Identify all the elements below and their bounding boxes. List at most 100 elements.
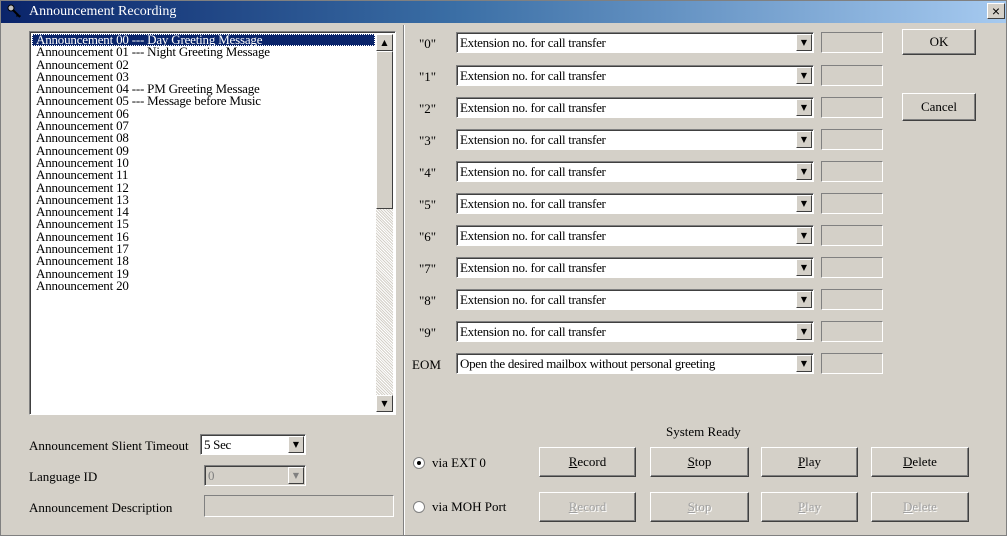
chevron-down-icon[interactable]: ▼ bbox=[796, 291, 812, 308]
key-extension-field[interactable] bbox=[821, 353, 883, 374]
key-action-select[interactable]: Extension no. for call transfer ▼ bbox=[456, 193, 814, 214]
moh-delete-button: Delete bbox=[871, 492, 969, 522]
key-label: "6" bbox=[419, 229, 437, 244]
title-bar[interactable]: Announcement Recording bbox=[1, 1, 1006, 23]
timeout-select[interactable]: 5 Sec ▼ bbox=[200, 434, 306, 455]
description-field bbox=[204, 495, 394, 517]
close-icon: × bbox=[991, 3, 1001, 19]
key-action-select[interactable]: Extension no. for call transfer ▼ bbox=[456, 321, 814, 342]
moh-play-label: lay bbox=[805, 499, 822, 514]
moh-play-button: Play bbox=[761, 492, 858, 522]
key-action-select[interactable]: Open the desired mailbox without persona… bbox=[456, 353, 814, 374]
key-action-value: Extension no. for call transfer bbox=[460, 292, 606, 307]
key-action-value: Extension no. for call transfer bbox=[460, 228, 606, 243]
chevron-down-icon[interactable]: ▼ bbox=[796, 131, 812, 148]
play-label: lay bbox=[805, 454, 822, 469]
key-extension-field[interactable] bbox=[821, 97, 883, 118]
ext-radio-label[interactable]: via EXT 0 bbox=[432, 455, 486, 471]
delete-button[interactable]: Delete bbox=[871, 447, 969, 477]
chevron-down-icon[interactable]: ▼ bbox=[796, 99, 812, 116]
chevron-down-icon[interactable]: ▼ bbox=[796, 163, 812, 180]
delete-accel: D bbox=[903, 454, 913, 469]
key-action-select[interactable]: Extension no. for call transfer ▼ bbox=[456, 65, 814, 86]
key-extension-field[interactable] bbox=[821, 129, 883, 150]
key-label: EOM bbox=[412, 357, 441, 372]
moh-radio[interactable] bbox=[413, 501, 425, 513]
chevron-down-icon[interactable]: ▼ bbox=[796, 323, 812, 340]
scroll-up-icon: ▲ bbox=[381, 38, 388, 47]
key-action-select[interactable]: Extension no. for call transfer ▼ bbox=[456, 257, 814, 278]
moh-record-button: Record bbox=[539, 492, 636, 522]
key-label: "4" bbox=[419, 165, 437, 180]
scroll-down-button[interactable]: ▼ bbox=[376, 395, 393, 412]
ext-radio[interactable] bbox=[413, 457, 425, 469]
ok-button-label: OK bbox=[929, 34, 949, 49]
key-label: "8" bbox=[419, 293, 437, 308]
timeout-value: 5 Sec bbox=[204, 437, 232, 452]
key-action-select[interactable]: Extension no. for call transfer ▼ bbox=[456, 97, 814, 118]
key-action-value: Extension no. for call transfer bbox=[460, 164, 606, 179]
cancel-button[interactable]: Cancel bbox=[902, 93, 976, 121]
announcement-list[interactable]: Announcement 00 --- Day Greeting Message… bbox=[29, 31, 396, 415]
ok-button[interactable]: OK bbox=[902, 29, 976, 55]
stop-label: top bbox=[694, 454, 712, 469]
key-action-select[interactable]: Extension no. for call transfer ▼ bbox=[456, 289, 814, 310]
chevron-down-icon: ▼ bbox=[288, 467, 304, 484]
key-action-select[interactable]: Extension no. for call transfer ▼ bbox=[456, 225, 814, 246]
key-label: "3" bbox=[419, 133, 437, 148]
record-button[interactable]: Record bbox=[539, 447, 636, 477]
key-label: "7" bbox=[419, 261, 437, 276]
close-button[interactable]: × bbox=[987, 3, 1005, 19]
key-action-select[interactable]: Extension no. for call transfer ▼ bbox=[456, 161, 814, 182]
key-action-select[interactable]: Extension no. for call transfer ▼ bbox=[456, 32, 814, 53]
window-title: Announcement Recording bbox=[29, 4, 177, 19]
stop-button[interactable]: Stop bbox=[650, 447, 749, 477]
key-extension-field[interactable] bbox=[821, 161, 883, 182]
key-action-value: Extension no. for call transfer bbox=[460, 260, 606, 275]
status-text: System Ready bbox=[666, 424, 741, 439]
chevron-down-icon[interactable]: ▼ bbox=[796, 227, 812, 244]
key-extension-field[interactable] bbox=[821, 257, 883, 278]
moh-record-label: ecord bbox=[577, 499, 607, 514]
list-scrollbar[interactable]: ▲ ▼ bbox=[376, 34, 393, 412]
key-extension-field[interactable] bbox=[821, 65, 883, 86]
stop-accel: S bbox=[687, 454, 695, 469]
key-extension-field[interactable] bbox=[821, 193, 883, 214]
key-label: "1" bbox=[419, 69, 437, 84]
key-action-select[interactable]: Extension no. for call transfer ▼ bbox=[456, 129, 814, 150]
language-label: Language ID bbox=[29, 469, 98, 484]
record-label: ecord bbox=[577, 454, 607, 469]
chevron-down-icon[interactable]: ▼ bbox=[796, 259, 812, 276]
moh-stop-label: top bbox=[694, 499, 712, 514]
key-extension-field[interactable] bbox=[821, 32, 883, 53]
key-extension-field[interactable] bbox=[821, 225, 883, 246]
key-label: "2" bbox=[419, 101, 437, 116]
chevron-down-icon[interactable]: ▼ bbox=[796, 355, 812, 372]
key-action-value: Extension no. for call transfer bbox=[460, 100, 606, 115]
delete-label: elete bbox=[912, 454, 937, 469]
moh-radio-label[interactable]: via MOH Port bbox=[432, 499, 506, 515]
list-item[interactable]: Announcement 20 bbox=[32, 279, 375, 292]
scroll-up-button[interactable]: ▲ bbox=[376, 34, 393, 51]
chevron-down-icon[interactable]: ▼ bbox=[288, 436, 304, 453]
language-select: 0 ▼ bbox=[204, 465, 306, 486]
announcement-list-items: Announcement 00 --- Day Greeting Message… bbox=[32, 33, 375, 292]
key-action-value: Open the desired mailbox without persona… bbox=[460, 356, 716, 371]
chevron-down-icon[interactable]: ▼ bbox=[796, 34, 812, 51]
key-action-value: Extension no. for call transfer bbox=[460, 132, 606, 147]
chevron-down-icon[interactable]: ▼ bbox=[796, 67, 812, 84]
key-action-value: Extension no. for call transfer bbox=[460, 68, 606, 83]
scroll-thumb[interactable] bbox=[376, 51, 393, 209]
chevron-down-icon[interactable]: ▼ bbox=[796, 195, 812, 212]
key-extension-field[interactable] bbox=[821, 321, 883, 342]
key-label: "9" bbox=[419, 325, 437, 340]
moh-stop-accel: S bbox=[687, 499, 695, 514]
moh-delete-accel: D bbox=[903, 499, 913, 514]
key-action-value: Extension no. for call transfer bbox=[460, 324, 606, 339]
play-button[interactable]: Play bbox=[761, 447, 858, 477]
language-value: 0 bbox=[208, 468, 215, 483]
panel-divider bbox=[403, 25, 405, 535]
key-extension-field[interactable] bbox=[821, 289, 883, 310]
timeout-label: Announcement Slient Timeout bbox=[29, 438, 189, 453]
key-action-value: Extension no. for call transfer bbox=[460, 35, 606, 50]
